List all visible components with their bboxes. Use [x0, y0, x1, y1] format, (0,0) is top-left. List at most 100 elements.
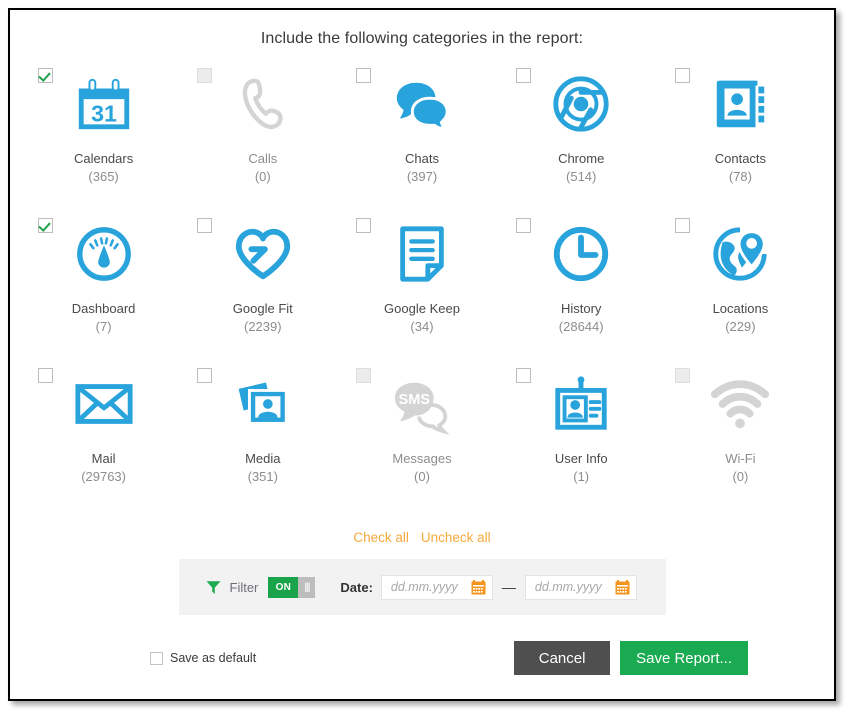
category-label: Media — [245, 451, 281, 466]
date-from-input[interactable] — [388, 579, 471, 595]
chat-bubbles-icon — [391, 64, 453, 144]
category-count: (29763) — [81, 468, 126, 484]
category-count: (2239) — [244, 318, 282, 334]
category-label: Contacts — [714, 151, 767, 166]
clock-icon — [550, 214, 612, 294]
dialog-footer: Save as default Cancel Save Report... — [10, 641, 834, 675]
category-checkbox-media[interactable] — [197, 368, 213, 383]
category-count: (0) — [414, 468, 430, 484]
category-label: Mail — [91, 451, 116, 466]
contacts-book-icon — [709, 64, 771, 144]
envelope-icon — [73, 364, 135, 444]
chrome-icon — [550, 64, 612, 144]
category-checkbox-calls — [197, 68, 213, 83]
date-from-field[interactable] — [380, 574, 493, 600]
date-range-separator: — — [501, 579, 516, 595]
category-count: (397) — [406, 168, 438, 184]
category-checkbox-mail[interactable] — [38, 368, 53, 383]
category-cell-wi-fi[interactable]: Wi-Fi (0) — [661, 362, 820, 506]
report-categories-dialog: Include the following categories in the … — [8, 8, 836, 701]
save-as-default-label: Save as default — [170, 651, 257, 665]
category-label: Chats — [405, 151, 439, 166]
uncheck-all-link[interactable]: Uncheck all — [421, 530, 491, 545]
category-label: Calendars — [73, 151, 134, 166]
check-links-row: Check all Uncheck all — [10, 530, 834, 545]
save-as-default-box[interactable] — [150, 651, 163, 665]
filter-bar: Filter ON ||| Date: dd.mm.yyyy — dd.mm.y… — [178, 559, 666, 615]
category-count: (28644) — [558, 318, 604, 334]
category-count: (34) — [410, 318, 434, 334]
category-cell-dashboard[interactable]: Dashboard (7) — [24, 212, 183, 356]
funnel-icon — [205, 579, 230, 596]
category-count: (0) — [732, 468, 749, 484]
photos-icon — [232, 364, 294, 444]
category-cell-messages[interactable]: SMS Messages (0) — [342, 362, 501, 506]
date-label: Date: — [340, 579, 373, 595]
heart-icon — [232, 214, 294, 294]
category-checkbox-chrome[interactable] — [515, 68, 531, 83]
category-grid: 31 Calendars (365) Calls (0) Chats (397) Chrome… — [10, 62, 834, 506]
date-to-field[interactable] — [524, 574, 637, 600]
category-label: Google Keep — [384, 301, 460, 316]
note-icon — [391, 214, 453, 294]
category-checkbox-user-info[interactable] — [515, 368, 531, 383]
category-cell-media[interactable]: Media (351) — [183, 362, 342, 506]
category-checkbox-locations[interactable] — [674, 218, 690, 233]
category-label: Wi-Fi — [725, 451, 756, 466]
category-label: Google Fit — [232, 301, 293, 316]
category-count: (0) — [254, 168, 271, 184]
category-cell-user-info[interactable]: User Info (1) — [502, 362, 661, 506]
category-checkbox-wi-fi — [674, 368, 690, 383]
save-report-button[interactable]: Save Report... — [620, 641, 748, 675]
category-label: Calls — [248, 151, 278, 166]
filter-toggle[interactable]: ON ||| — [268, 576, 316, 598]
footer-buttons: Cancel Save Report... — [514, 641, 748, 675]
calendar-icon: 31 — [73, 64, 135, 144]
category-cell-history[interactable]: History (28644) — [502, 212, 661, 356]
filter-toggle-handle[interactable]: ||| — [298, 576, 316, 598]
page-title: Include the following categories in the … — [260, 30, 584, 47]
category-label: History — [560, 301, 602, 316]
category-count: (7) — [95, 318, 112, 334]
category-cell-google-keep[interactable]: Google Keep (34) — [342, 212, 501, 356]
calendar-picker-icon-to[interactable] — [615, 579, 630, 600]
id-badge-icon — [550, 364, 612, 444]
check-all-link[interactable]: Check all — [353, 530, 409, 545]
category-cell-chrome[interactable]: Chrome (514) — [502, 62, 661, 206]
date-to-input[interactable] — [532, 579, 615, 595]
category-count: (365) — [88, 168, 119, 184]
category-checkbox-chats[interactable] — [356, 68, 372, 83]
category-checkbox-history[interactable] — [515, 218, 531, 233]
category-cell-google-fit[interactable]: Google Fit (2239) — [183, 212, 342, 356]
category-checkbox-calendars[interactable] — [38, 68, 53, 83]
category-label: User Info — [554, 451, 608, 466]
filter-label: Filter — [229, 579, 259, 595]
category-label: Messages — [392, 451, 452, 466]
category-cell-chats[interactable]: Chats (397) — [342, 62, 501, 206]
category-count: (514) — [566, 168, 597, 184]
cancel-button[interactable]: Cancel — [514, 641, 611, 675]
category-checkbox-contacts[interactable] — [674, 68, 690, 83]
category-cell-locations[interactable]: Locations (229) — [661, 212, 820, 356]
category-checkbox-google-keep[interactable] — [356, 218, 372, 233]
svg-text:31: 31 — [91, 100, 117, 126]
category-cell-contacts[interactable]: Contacts (78) — [661, 62, 820, 206]
category-count: (351) — [247, 468, 278, 484]
svg-text:SMS: SMS — [399, 392, 431, 408]
category-checkbox-messages — [356, 368, 372, 383]
category-count: (229) — [725, 318, 756, 334]
category-count: (78) — [728, 168, 752, 184]
globe-pin-icon — [709, 214, 771, 294]
category-cell-mail[interactable]: Mail (29763) — [24, 362, 183, 506]
category-label: Chrome — [558, 151, 605, 166]
phone-icon — [232, 64, 294, 144]
wifi-icon — [709, 364, 771, 444]
category-checkbox-dashboard[interactable] — [38, 218, 53, 233]
category-cell-calls[interactable]: Calls (0) — [183, 62, 342, 206]
calendar-picker-icon-from[interactable] — [471, 579, 486, 600]
category-cell-calendars[interactable]: 31 Calendars (365) — [24, 62, 183, 206]
category-checkbox-google-fit[interactable] — [197, 218, 213, 233]
save-as-default-checkbox[interactable]: Save as default — [150, 651, 256, 665]
gauge-icon — [73, 214, 135, 294]
filter-toggle-state: ON — [268, 576, 299, 598]
